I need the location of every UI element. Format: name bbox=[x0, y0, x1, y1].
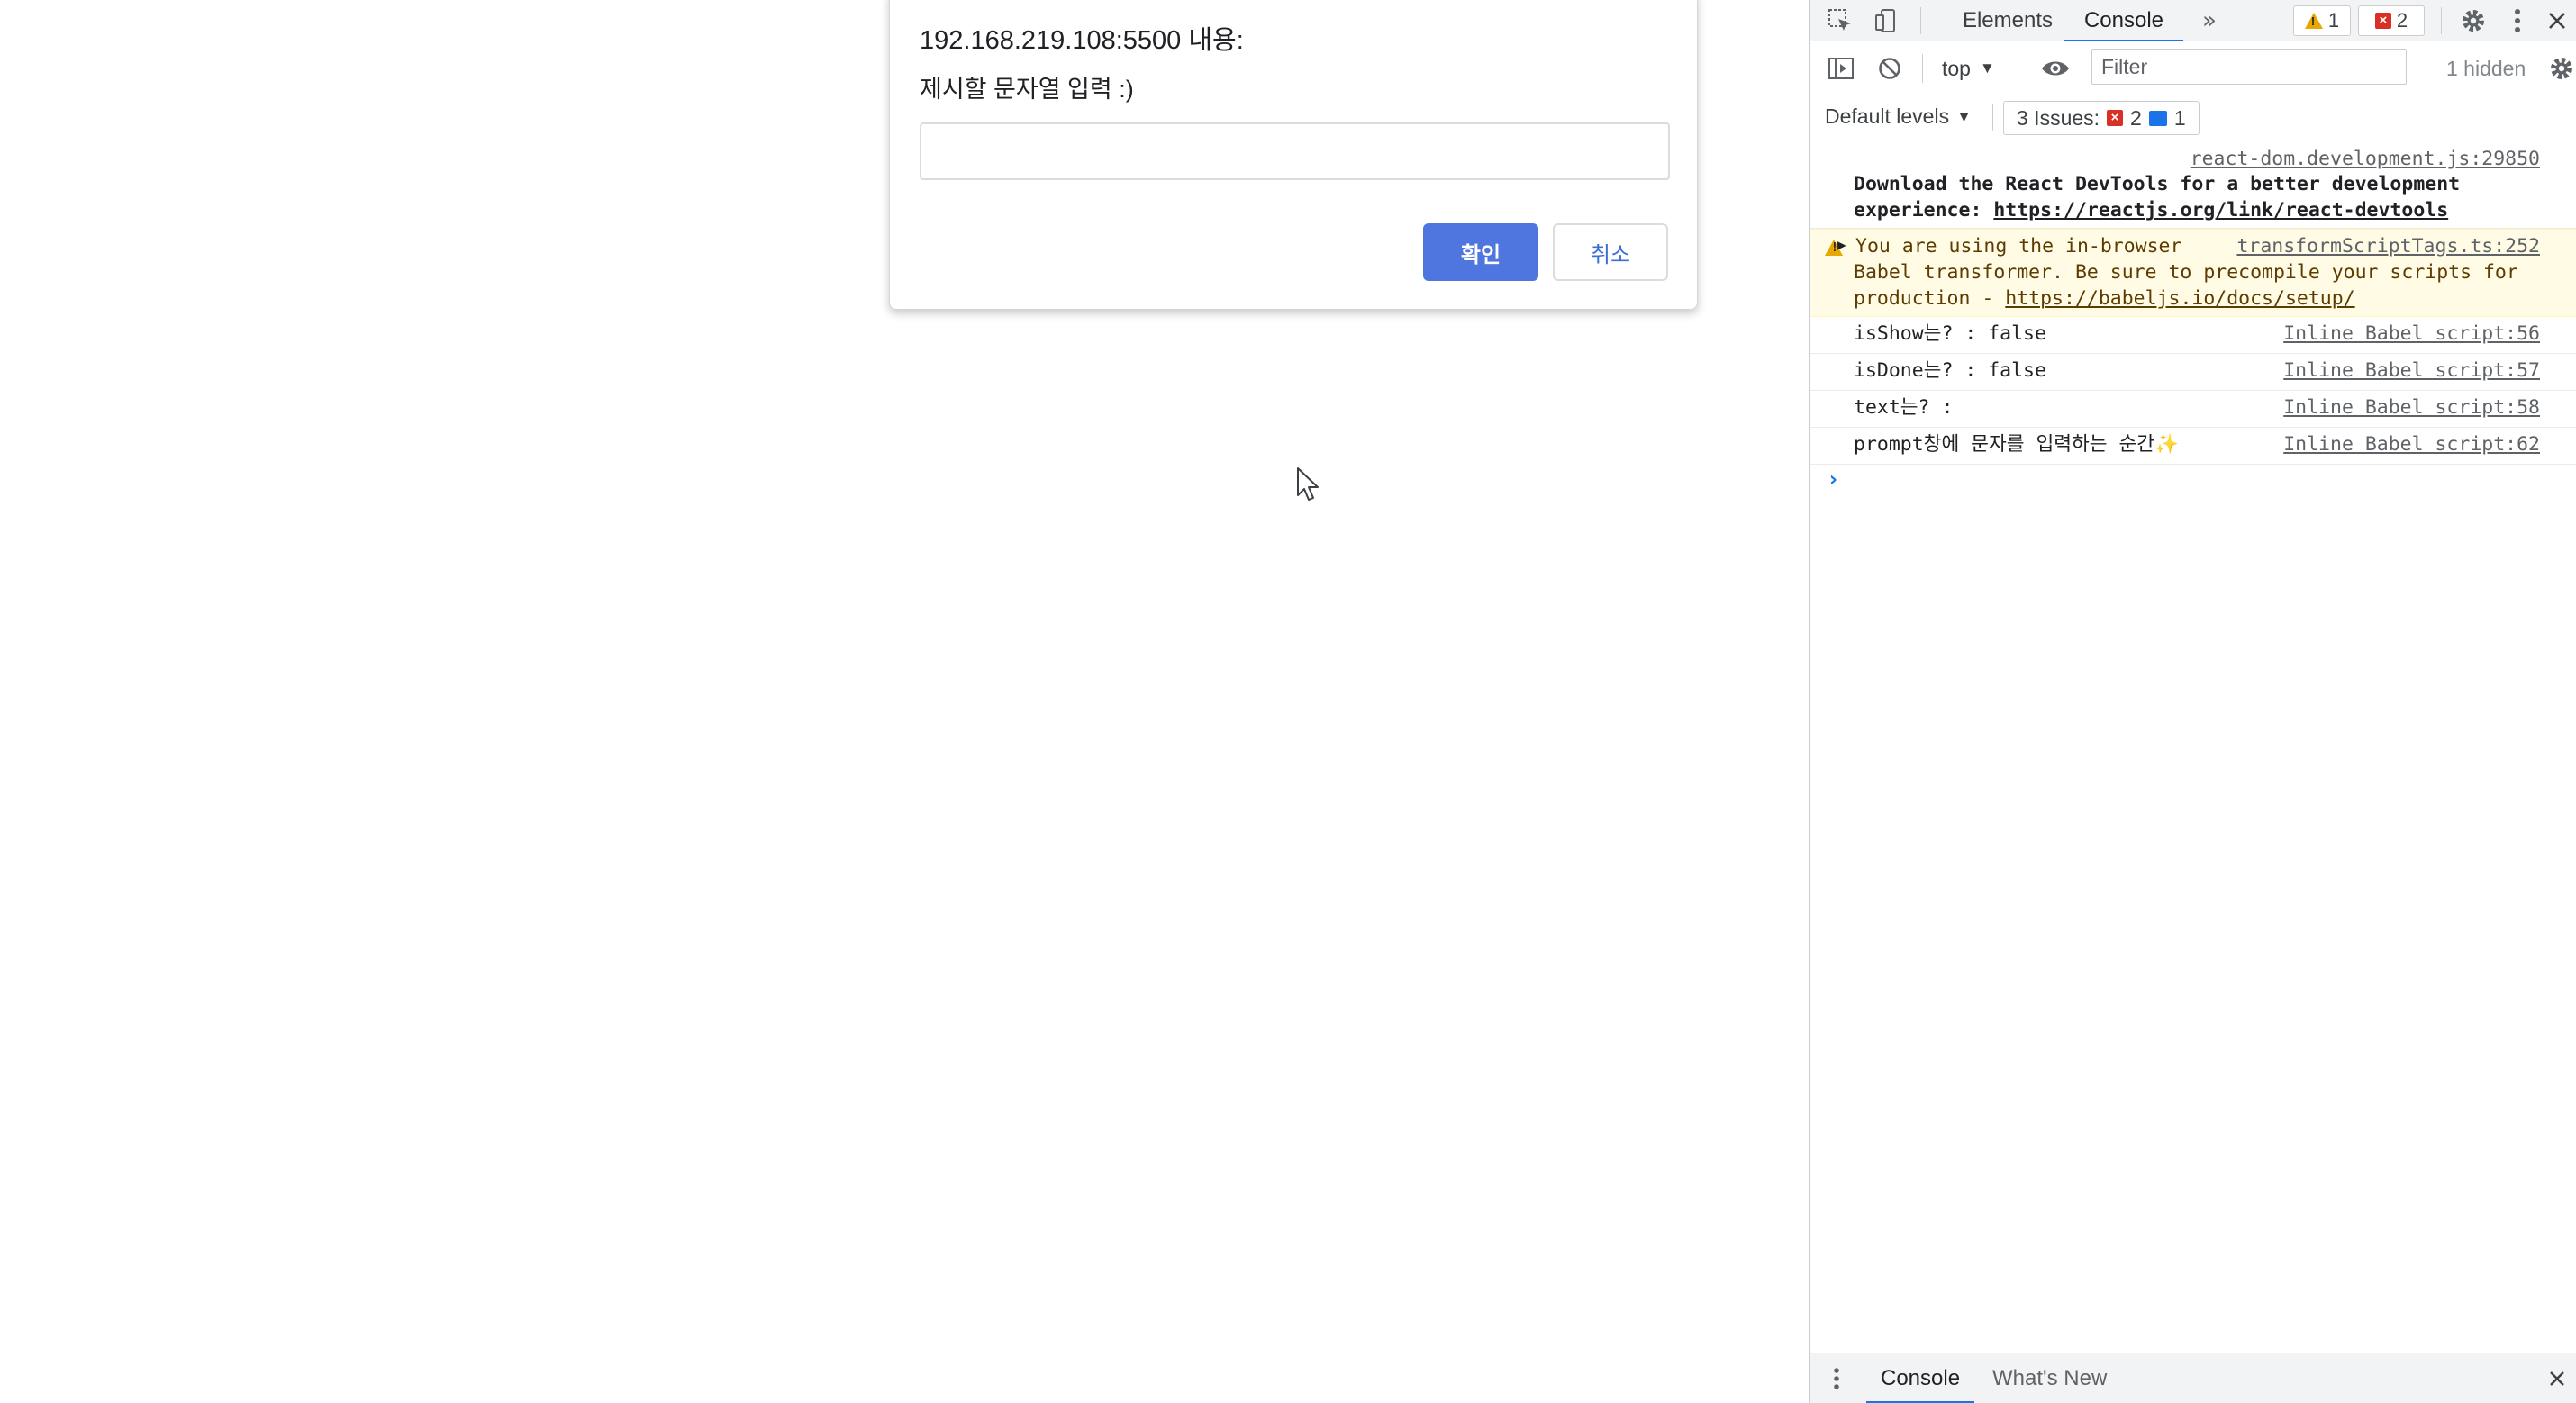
issues-info-count: 1 bbox=[2173, 105, 2186, 130]
console-log-message: isShow는? : false Inline Babel script:56 bbox=[1810, 317, 2576, 354]
close-devtools-icon[interactable] bbox=[2542, 5, 2572, 37]
console-settings-gear-icon[interactable] bbox=[2545, 52, 2576, 85]
expand-triangle-icon[interactable]: ▶ bbox=[1837, 236, 1846, 253]
devtools-tabbar: Elements Console » 1 × 2 bbox=[1810, 0, 2576, 42]
message-text: production - https://babeljs.io/docs/set… bbox=[1854, 287, 2355, 310]
warning-count-badge[interactable]: 1 bbox=[2293, 5, 2351, 36]
tab-console[interactable]: Console bbox=[2064, 0, 2183, 42]
message-text: text는? : bbox=[1854, 396, 1954, 419]
context-label: top bbox=[1942, 56, 1971, 80]
web-page: 192.168.219.108:5500 내용: 제시할 문자열 입력 :) 확… bbox=[0, 0, 1809, 1403]
warning-icon bbox=[2304, 13, 2323, 29]
console-prompt-caret-icon[interactable]: › bbox=[1827, 466, 1839, 492]
hidden-count: 1 hidden bbox=[2446, 57, 2526, 80]
dropdown-arrow-icon: ▼ bbox=[1979, 59, 1995, 77]
sidebar-toggle-icon[interactable] bbox=[1825, 52, 1857, 85]
error-count: 2 bbox=[2396, 9, 2408, 32]
warning-count: 1 bbox=[2327, 9, 2340, 32]
toolbar-divider bbox=[1992, 104, 1993, 131]
devtools-drawer: Console What's New bbox=[1810, 1353, 2576, 1403]
issues-label: 3 Issues: bbox=[2017, 105, 2100, 130]
drawer-tab-console[interactable]: Console bbox=[1865, 1353, 1975, 1403]
drawer-menu-icon[interactable] bbox=[1823, 1362, 1850, 1395]
gear-icon[interactable] bbox=[2457, 5, 2490, 37]
message-text: Download the React DevTools for a better… bbox=[1854, 173, 2461, 195]
error-count-badge[interactable]: × 2 bbox=[2358, 5, 2425, 36]
close-drawer-icon[interactable] bbox=[2542, 1363, 2572, 1394]
context-selector[interactable]: top ▼ bbox=[1942, 53, 1995, 84]
console-warning-message: ▶ transformScriptTags.ts:252 You are usi… bbox=[1810, 229, 2576, 317]
inspect-element-icon[interactable] bbox=[1825, 5, 1855, 36]
toolbar-divider bbox=[1920, 7, 1921, 34]
cancel-button[interactable]: 취소 bbox=[1553, 223, 1668, 281]
clear-console-icon[interactable] bbox=[1873, 52, 1906, 85]
message-source-link[interactable]: Inline Babel script:62 bbox=[2283, 433, 2540, 456]
mouse-cursor-icon bbox=[1297, 467, 1319, 501]
babel-docs-link[interactable]: https://babeljs.io/docs/setup/ bbox=[2005, 287, 2354, 310]
message-source-link[interactable]: Inline Babel script:56 bbox=[2283, 322, 2540, 345]
error-icon: × bbox=[2107, 110, 2124, 126]
console-output: react-dom.development.js:29850 Download … bbox=[1810, 140, 2576, 1349]
console-toolbar: top ▼ 1 hidden bbox=[1810, 41, 2576, 95]
levels-bar: Default levels ▼ 3 Issues: × 2 1 bbox=[1810, 95, 2576, 140]
dialog-origin: 192.168.219.108:5500 내용: bbox=[920, 26, 1244, 55]
eye-icon[interactable] bbox=[2037, 52, 2073, 85]
message-text: Babel transformer. Be sure to precompile… bbox=[1854, 261, 2518, 284]
issues-button[interactable]: 3 Issues: × 2 1 bbox=[2003, 101, 2200, 135]
tab-elements[interactable]: Elements bbox=[1951, 0, 2064, 41]
message-text: prompt창에 문자를 입력하는 순간✨ bbox=[1854, 433, 2179, 456]
toolbar-divider bbox=[1922, 54, 1923, 83]
prompt-dialog: 192.168.219.108:5500 내용: 제시할 문자열 입력 :) 확… bbox=[889, 0, 1698, 310]
message-source-link[interactable]: Inline Babel script:58 bbox=[2283, 396, 2540, 419]
drawer-tab-whats-new[interactable]: What's New bbox=[1992, 1353, 2107, 1403]
levels-label: Default levels bbox=[1825, 104, 1950, 128]
toolbar-divider bbox=[2441, 7, 2442, 34]
filter-input[interactable] bbox=[2091, 49, 2407, 85]
dropdown-arrow-icon: ▼ bbox=[1956, 107, 1972, 125]
device-toolbar-icon[interactable] bbox=[1872, 5, 1902, 36]
console-log-message: text는? : Inline Babel script:58 bbox=[1810, 391, 2576, 428]
kebab-menu-icon[interactable] bbox=[2504, 5, 2531, 37]
message-text: You are using the in-browser bbox=[1855, 235, 2182, 258]
react-devtools-link[interactable]: https://reactjs.org/link/react-devtools bbox=[1993, 199, 2448, 222]
dialog-message: 제시할 문자열 입력 :) bbox=[920, 76, 1134, 103]
message-text: isShow는? : false bbox=[1854, 322, 2046, 345]
console-log-message: prompt창에 문자를 입력하는 순간✨ Inline Babel scrip… bbox=[1810, 428, 2576, 465]
prompt-input[interactable] bbox=[920, 122, 1670, 180]
issues-error-count: 2 bbox=[2130, 105, 2142, 130]
error-icon: × bbox=[2374, 13, 2391, 29]
chevron-double-right-icon[interactable]: » bbox=[2194, 5, 2225, 36]
message-text: experience: https://reactjs.org/link/rea… bbox=[1854, 199, 2449, 222]
message-text: isDone는? : false bbox=[1854, 359, 2046, 382]
message-source-link[interactable]: react-dom.development.js:29850 bbox=[2191, 148, 2540, 170]
console-message: react-dom.development.js:29850 Download … bbox=[1810, 140, 2576, 229]
default-levels-dropdown[interactable]: Default levels ▼ bbox=[1825, 104, 1972, 129]
devtools-panel: Elements Console » 1 × 2 bbox=[1809, 0, 2576, 1403]
console-log-message: isDone는? : false Inline Babel script:57 bbox=[1810, 354, 2576, 391]
ok-button[interactable]: 확인 bbox=[1423, 223, 1538, 281]
message-source-link[interactable]: Inline Babel script:57 bbox=[2283, 359, 2540, 382]
info-message-icon bbox=[2148, 110, 2167, 126]
message-source-link[interactable]: transformScriptTags.ts:252 bbox=[2236, 235, 2540, 258]
